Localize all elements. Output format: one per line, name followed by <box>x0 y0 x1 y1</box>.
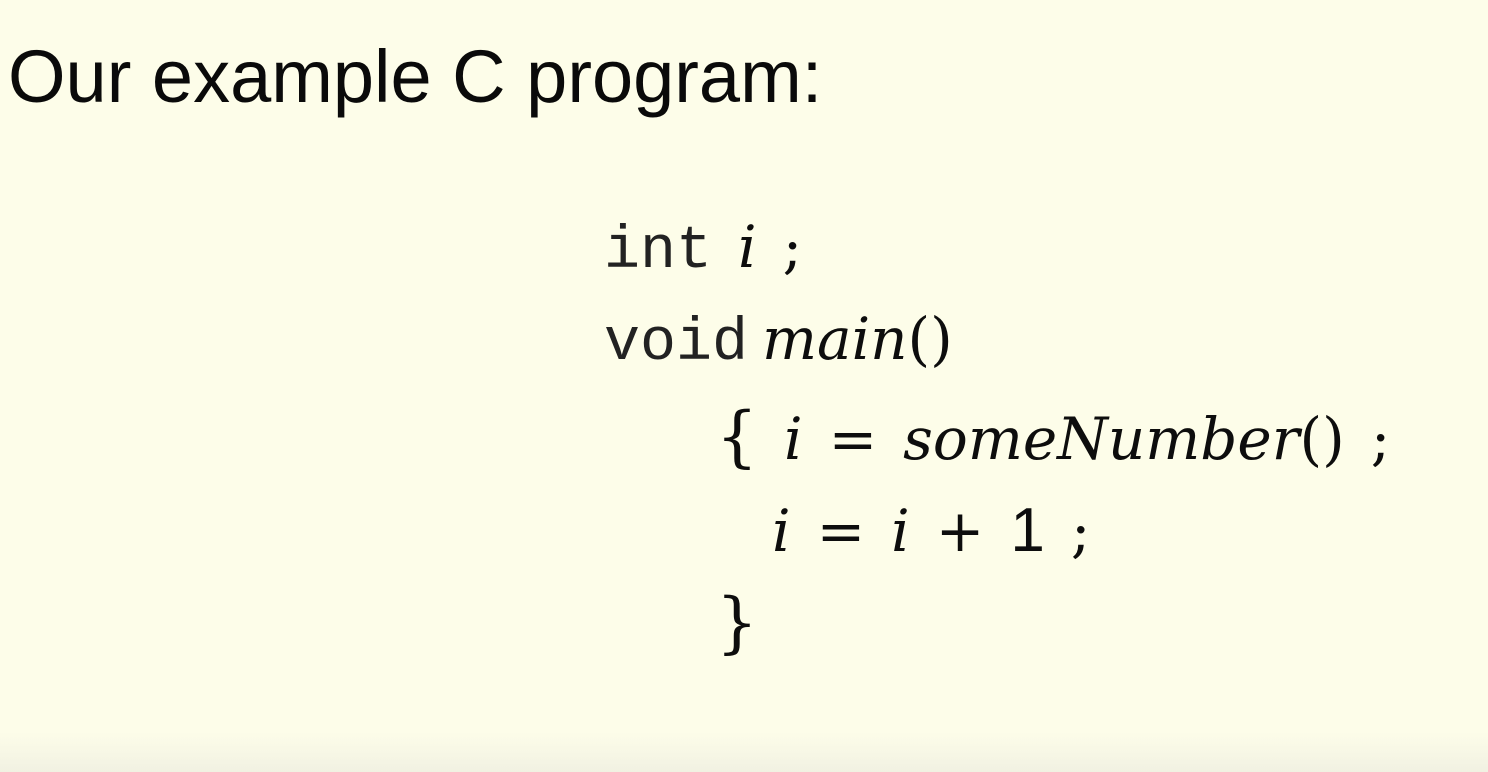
func-main: main <box>762 305 908 373</box>
close-brace: } <box>716 584 758 661</box>
equals-sign: = <box>828 405 878 473</box>
parens: () <box>1299 405 1345 473</box>
code-line-3: {i = someNumber(); <box>716 404 1390 470</box>
slide: Our example C program: int i; void main() … <box>0 0 1488 772</box>
var-i-rhs: i <box>891 497 910 565</box>
code-line-2: void main() <box>604 310 953 374</box>
parens: () <box>907 305 953 373</box>
code-line-1: int i; <box>604 218 802 282</box>
open-brace: { <box>716 398 758 475</box>
code-line-5: } <box>716 590 758 656</box>
footer-band <box>0 732 1488 772</box>
var-i: i <box>784 405 803 473</box>
code-line-4: i = i +1; <box>772 500 1090 562</box>
semicolon: ; <box>1370 405 1391 473</box>
keyword-void: void <box>604 310 749 378</box>
func-someNumber: someNumber <box>903 405 1300 473</box>
number-one: 1 <box>1010 496 1045 565</box>
equals-sign: = <box>816 497 866 565</box>
code-block: int i; void main() {i = someNumber(); i = i +1;… <box>0 0 1488 772</box>
plus-sign: + <box>935 497 985 565</box>
var-i: i <box>772 497 791 565</box>
keyword-int: int <box>604 218 713 286</box>
semicolon: ; <box>1070 497 1091 565</box>
var-i: i <box>738 213 757 281</box>
semicolon: ; <box>782 213 803 281</box>
